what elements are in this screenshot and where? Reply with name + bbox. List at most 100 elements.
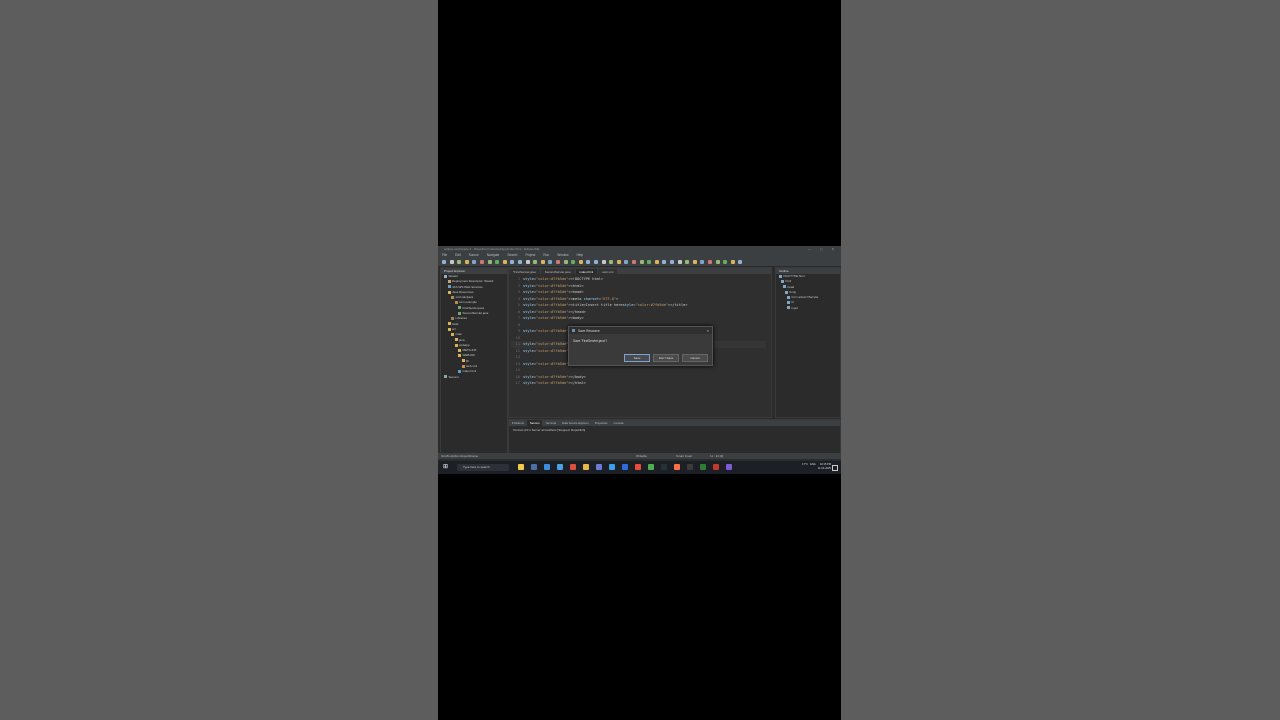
language-indicator[interactable]: ENG — [810, 463, 816, 466]
cancel-button[interactable]: Cancel — [682, 354, 708, 362]
toolbar-button-icon[interactable] — [464, 260, 469, 264]
taskbar-app-icon[interactable] — [583, 464, 589, 470]
editor-tab[interactable]: web.xml — [598, 269, 618, 274]
notification-icon[interactable] — [832, 465, 838, 471]
dialog-title-bar: Save Resource × — [569, 327, 712, 334]
toolbar-button-icon[interactable] — [723, 260, 728, 264]
tree-item-label: META-INF — [462, 348, 477, 353]
weather-text[interactable]: 17°C — [802, 463, 808, 466]
taskbar-app-icon[interactable] — [622, 464, 628, 470]
menu-item-edit[interactable]: Edit — [455, 253, 461, 257]
toolbar-button-icon[interactable] — [685, 260, 690, 264]
toolbar-button-icon[interactable] — [601, 260, 606, 264]
toolbar-button-icon[interactable] — [586, 260, 591, 264]
taskbar-app-icon[interactable] — [609, 464, 615, 470]
toolbar-button-icon[interactable] — [495, 260, 500, 264]
menu-item-run[interactable]: Run — [543, 253, 549, 257]
bottom-tab-data-source-explorer[interactable]: Data Source Explorer — [559, 421, 592, 425]
toolbar-button-icon[interactable] — [708, 260, 712, 264]
element-icon — [783, 285, 786, 289]
save-button[interactable]: Save — [624, 354, 650, 362]
menu-item-source[interactable]: Source — [469, 253, 479, 257]
toolbar-button-icon[interactable] — [647, 260, 652, 264]
taskbar-app-icon[interactable] — [726, 464, 732, 470]
toolbar-button-icon[interactable] — [654, 260, 659, 264]
toolbar-button-icon[interactable] — [518, 260, 522, 264]
toolbar-button-icon[interactable] — [449, 260, 454, 264]
taskbar-search-input[interactable]: Type here to search — [457, 464, 509, 471]
toolbar-button-icon[interactable] — [533, 260, 538, 264]
code-line[interactable]: 17 style="color:#7fb5de"></html> — [511, 380, 766, 387]
toolbar-button-icon[interactable] — [487, 260, 492, 264]
menu-item-search[interactable]: Search — [507, 253, 517, 257]
editor-tab[interactable]: SecondServlet.java — [540, 269, 575, 274]
clock-date[interactable]: 11-01-2025 — [818, 467, 831, 470]
toolbar-button-icon[interactable] — [700, 260, 705, 264]
menu-item-navigate[interactable]: Navigate — [487, 253, 500, 257]
toolbar-button-icon[interactable] — [525, 260, 530, 264]
menu-item-help[interactable]: Help — [577, 253, 584, 257]
toolbar-button-icon[interactable] — [632, 260, 636, 264]
dont-save-button[interactable]: Don't Save — [653, 354, 679, 362]
toolbar-button-icon[interactable] — [692, 260, 697, 264]
toolbar-button-icon[interactable] — [609, 260, 614, 264]
code-text: style="color:#7fb5de"><html> — [523, 283, 584, 288]
toolbar-button-icon[interactable] — [715, 260, 720, 264]
window-controls[interactable]: — ▢ ✕ — [808, 247, 838, 251]
outline-item[interactable]: input — [776, 306, 840, 311]
tree-item-label: WEB-INF — [462, 353, 476, 358]
editor-tab[interactable]: index.html — [575, 269, 598, 274]
folder-icon — [447, 322, 451, 326]
toolbar-button-icon[interactable] — [510, 260, 515, 264]
toolbar-button-icon[interactable] — [670, 260, 674, 264]
tree-item-label: FirstServlet.java — [462, 305, 485, 310]
taskbar-app-icon[interactable] — [518, 464, 524, 470]
bottom-tab-terminal[interactable]: Terminal — [542, 421, 559, 425]
toolbar-button-icon[interactable] — [662, 260, 667, 264]
toolbar-button-icon[interactable] — [616, 260, 621, 264]
toolbar-button-icon[interactable] — [472, 260, 477, 264]
bottom-tab-problems[interactable]: Problems — [509, 421, 527, 425]
bottom-tab-properties[interactable]: Properties — [592, 421, 611, 425]
bottom-tab-servers[interactable]: Servers — [526, 420, 543, 426]
close-icon[interactable]: × — [707, 328, 709, 333]
toolbar-button-icon[interactable] — [502, 260, 507, 264]
tree-item-label: SecondServlet.java — [462, 311, 489, 316]
taskbar-app-icon[interactable] — [570, 464, 576, 470]
toolbar-button-icon[interactable] — [677, 260, 682, 264]
toolbar-button-icon[interactable] — [457, 260, 462, 264]
java-file-icon — [458, 311, 461, 315]
toolbar-button-icon[interactable] — [563, 260, 568, 264]
editor-tab[interactable]: *FirstServlet.java — [509, 269, 540, 274]
menu-item-file[interactable]: File — [442, 253, 447, 257]
taskbar-app-icon[interactable] — [635, 464, 641, 470]
taskbar-app-icon[interactable] — [531, 464, 537, 470]
menu-item-window[interactable]: Window — [557, 253, 568, 257]
toolbar-button-icon[interactable] — [480, 260, 484, 264]
toolbar-button-icon[interactable] — [738, 260, 743, 264]
toolbar-button-icon[interactable] — [639, 260, 644, 264]
taskbar-app-icon[interactable] — [596, 464, 602, 470]
taskbar-app-icon[interactable] — [713, 464, 719, 470]
toolbar-button-icon[interactable] — [571, 260, 576, 264]
toolbar-button-icon[interactable] — [540, 260, 545, 264]
taskbar-app-icon[interactable] — [661, 464, 667, 470]
bottom-tab-console[interactable]: Console — [611, 421, 627, 425]
toolbar-button-icon[interactable] — [548, 260, 553, 264]
toolbar-button-icon[interactable] — [624, 260, 629, 264]
server-row[interactable]: Tomcat v10.1 Server at localhost [Stoppe… — [509, 426, 840, 434]
windows-start-icon[interactable]: ⊞ — [443, 464, 449, 470]
taskbar-app-icon[interactable] — [674, 464, 680, 470]
toolbar-button-icon[interactable] — [578, 260, 583, 264]
toolbar-button-icon[interactable] — [730, 260, 735, 264]
toolbar-button-icon[interactable] — [442, 260, 446, 264]
tree-item[interactable]: Servers — [441, 375, 507, 380]
toolbar-button-icon[interactable] — [556, 260, 560, 264]
taskbar-app-icon[interactable] — [687, 464, 693, 470]
taskbar-app-icon[interactable] — [700, 464, 706, 470]
toolbar-button-icon[interactable] — [594, 260, 598, 264]
taskbar-app-icon[interactable] — [557, 464, 563, 470]
taskbar-app-icon[interactable] — [648, 464, 654, 470]
menu-item-project[interactable]: Project — [525, 253, 535, 257]
taskbar-app-icon[interactable] — [544, 464, 550, 470]
